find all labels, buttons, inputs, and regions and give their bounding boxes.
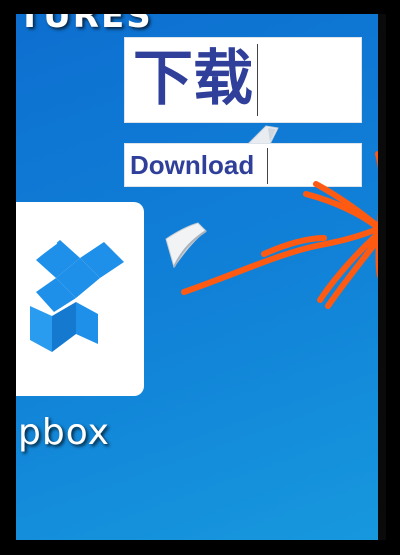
english-download-text: Download (130, 150, 255, 180)
chinese-text-box[interactable]: 下载 (124, 37, 362, 123)
chinese-download-text: 下载 (133, 44, 253, 114)
english-text-box[interactable]: Download (124, 143, 362, 187)
dropbox-icon (30, 240, 124, 352)
desktop-icon-label-top: TURES (18, 14, 153, 36)
text-caret (267, 148, 268, 184)
text-caret (257, 44, 258, 116)
desktop: TURES 下载 Download pbox (16, 14, 384, 540)
screen-frame-edge (378, 14, 386, 540)
dropbox-icon-label: pbox (18, 412, 110, 453)
drag-ghost-page (165, 222, 207, 269)
dropbox-app-icon[interactable] (16, 202, 144, 396)
